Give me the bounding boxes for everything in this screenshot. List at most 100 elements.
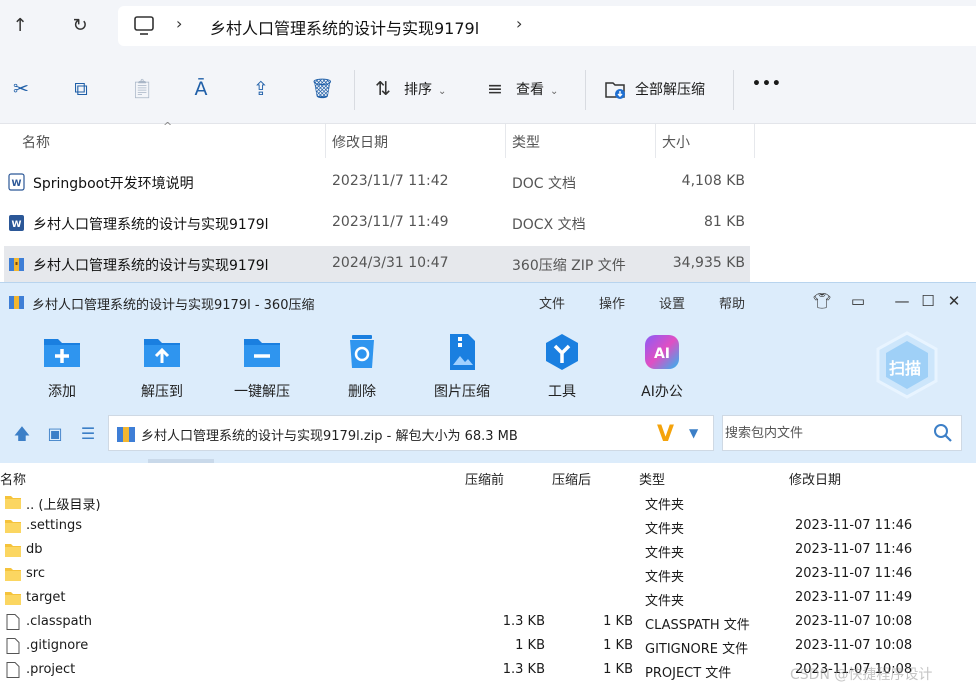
extract-all-button[interactable]: 全部解压缩 xyxy=(635,79,705,99)
explorer-toolbar: ✂ ⧉ 📋︎ Ā ⇪ 🗑︎ ⇅ 排序 ⌄ ≡ 查看 ⌄ 全部解压缩 ••• xyxy=(0,52,976,124)
column-name[interactable]: 名称 xyxy=(0,469,26,488)
folder-icon xyxy=(5,592,21,605)
menu-settings[interactable]: 设置 xyxy=(659,293,685,312)
chevron-down-icon[interactable]: ▼ xyxy=(689,426,698,440)
file-row[interactable]: W 乡村人口管理系统的设计与实现9179l 2023/11/7 11:49 DO… xyxy=(4,205,750,241)
ai-office-icon: AI xyxy=(645,335,679,369)
column-date[interactable]: 修改日期 xyxy=(332,132,388,152)
rename-icon[interactable]: Ā xyxy=(190,78,212,100)
breadcrumb[interactable]: 乡村人口管理系统的设计与实现9179l xyxy=(210,15,479,39)
column-divider[interactable] xyxy=(505,124,506,158)
item-date: 2023-11-07 10:08 xyxy=(795,638,913,653)
file-icon xyxy=(6,662,20,678)
column-divider[interactable] xyxy=(325,124,326,158)
column-name[interactable]: 名称 xyxy=(22,132,50,152)
file-name: 乡村人口管理系统的设计与实现9179l xyxy=(33,258,269,274)
file-size: 81 KB xyxy=(703,214,745,230)
list-item[interactable]: target 文件夹 2023-11-07 11:49 xyxy=(0,586,976,610)
zip360-window: 乡村人口管理系统的设计与实现9179l - 360压缩 文件 操作 设置 帮助 … xyxy=(0,282,976,691)
delete-icon[interactable]: 🗑︎ xyxy=(310,78,334,100)
chevron-right-icon[interactable]: › xyxy=(516,14,522,33)
word-docx-icon: W xyxy=(9,215,24,231)
tool-label: 删除 xyxy=(348,384,376,400)
image-compress-button[interactable]: 图片压缩 xyxy=(422,331,502,401)
item-type: 文件夹 xyxy=(645,498,685,513)
maximize-icon[interactable]: ☐ xyxy=(918,291,938,311)
v-logo-icon[interactable]: V xyxy=(657,422,674,447)
column-packed-after[interactable]: 压缩后 xyxy=(552,469,591,488)
list-item[interactable]: src 文件夹 2023-11-07 11:46 xyxy=(0,562,976,586)
delete-button[interactable]: 删除 xyxy=(322,331,402,401)
minimize-icon[interactable]: — xyxy=(892,291,912,311)
folder-icon xyxy=(5,544,21,557)
column-divider[interactable] xyxy=(754,124,755,158)
list-item[interactable]: .classpath 1.3 KB 1 KB CLASSPATH 文件 2023… xyxy=(0,610,976,634)
column-type[interactable]: 类型 xyxy=(512,132,540,152)
up-arrow-icon[interactable]: ↑ xyxy=(6,12,34,40)
item-size-before: 1 KB xyxy=(515,638,545,653)
item-date: 2023-11-07 10:08 xyxy=(795,614,913,629)
extract-all-icon[interactable] xyxy=(604,78,626,100)
extract-to-button[interactable]: 解压到 xyxy=(122,331,202,401)
address-bar[interactable]: › 乡村人口管理系统的设计与实现9179l › xyxy=(118,6,976,46)
item-type: 文件夹 xyxy=(645,522,685,537)
sort-icon[interactable]: ⇅ xyxy=(372,78,394,100)
one-click-extract-button[interactable]: 一键解压 xyxy=(222,331,302,401)
more-options-button[interactable]: ••• xyxy=(752,76,782,92)
item-type: 文件夹 xyxy=(645,570,685,585)
svg-text:W: W xyxy=(12,220,22,230)
search-box[interactable] xyxy=(722,415,962,451)
file-row[interactable]: W Springboot开发环境说明 2023/11/7 11:42 DOC 文… xyxy=(4,164,750,200)
refresh-icon[interactable]: ↻ xyxy=(66,12,94,40)
thumbnail-view-icon[interactable]: ▣ xyxy=(45,424,65,444)
menu-operation[interactable]: 操作 xyxy=(599,293,625,312)
column-divider[interactable] xyxy=(655,124,656,158)
column-packed-before[interactable]: 压缩前 xyxy=(465,469,504,488)
sort-button[interactable]: 排序 ⌄ xyxy=(404,79,446,99)
chevron-right-icon: › xyxy=(176,14,183,33)
list-item[interactable]: .settings 文件夹 2023-11-07 11:46 xyxy=(0,514,976,538)
folder-icon xyxy=(5,496,21,509)
item-size-after: 1 KB xyxy=(603,638,633,653)
column-date[interactable]: 修改日期 xyxy=(789,469,841,488)
item-name: db xyxy=(26,542,43,557)
scan-button[interactable]: 扫描 xyxy=(874,329,940,401)
file-date: 2024/3/31 10:47 xyxy=(332,255,449,271)
view-label: 查看 xyxy=(516,82,544,98)
sort-label: 排序 xyxy=(404,82,432,98)
search-icon[interactable] xyxy=(933,423,953,443)
up-level-icon[interactable]: 🡅 xyxy=(12,424,32,444)
sort-ascending-icon: ^ xyxy=(163,120,173,133)
toolbar-divider xyxy=(585,70,586,110)
file-row-selected[interactable]: 乡村人口管理系统的设计与实现9179l 2024/3/31 10:47 360压… xyxy=(4,246,750,282)
item-size-before: 1.3 KB xyxy=(502,662,545,677)
close-icon[interactable]: ✕ xyxy=(944,291,964,311)
view-icon[interactable]: ≡ xyxy=(484,78,506,100)
list-item[interactable]: db 文件夹 2023-11-07 11:46 xyxy=(0,538,976,562)
archive-path-bar[interactable]: 乡村人口管理系统的设计与实现9179l.zip - 解包大小为 68.3 MB … xyxy=(108,415,714,451)
view-button[interactable]: 查看 ⌄ xyxy=(516,79,558,99)
message-icon[interactable]: ▭ xyxy=(848,291,868,311)
toolbar-divider xyxy=(733,70,734,110)
tool-label: 工具 xyxy=(548,384,576,400)
cut-icon[interactable]: ✂ xyxy=(10,78,32,100)
column-size[interactable]: 大小 xyxy=(662,132,690,152)
file-icon xyxy=(6,614,20,630)
column-type[interactable]: 类型 xyxy=(639,469,665,488)
skin-shirt-icon[interactable]: 👕︎ xyxy=(812,291,832,311)
file-icon xyxy=(6,638,20,654)
share-icon[interactable]: ⇪ xyxy=(250,78,272,100)
svg-text:AI: AI xyxy=(654,346,670,362)
menu-help[interactable]: 帮助 xyxy=(719,293,745,312)
item-date: 2023-11-07 11:46 xyxy=(795,566,913,581)
file-type: DOC 文档 xyxy=(512,176,577,192)
tools-button[interactable]: 工具 xyxy=(522,331,602,401)
list-view-icon[interactable]: ☰ xyxy=(78,424,98,444)
ai-office-button[interactable]: AI AI办公 xyxy=(622,331,702,401)
add-button[interactable]: 添加 xyxy=(22,331,102,401)
search-input[interactable] xyxy=(723,416,928,450)
list-item[interactable]: .gitignore 1 KB 1 KB GITIGNORE 文件 2023-1… xyxy=(0,634,976,658)
copy-icon[interactable]: ⧉ xyxy=(70,78,92,100)
list-item[interactable]: .. (上级目录) 文件夹 xyxy=(0,490,976,514)
menu-file[interactable]: 文件 xyxy=(539,293,565,312)
